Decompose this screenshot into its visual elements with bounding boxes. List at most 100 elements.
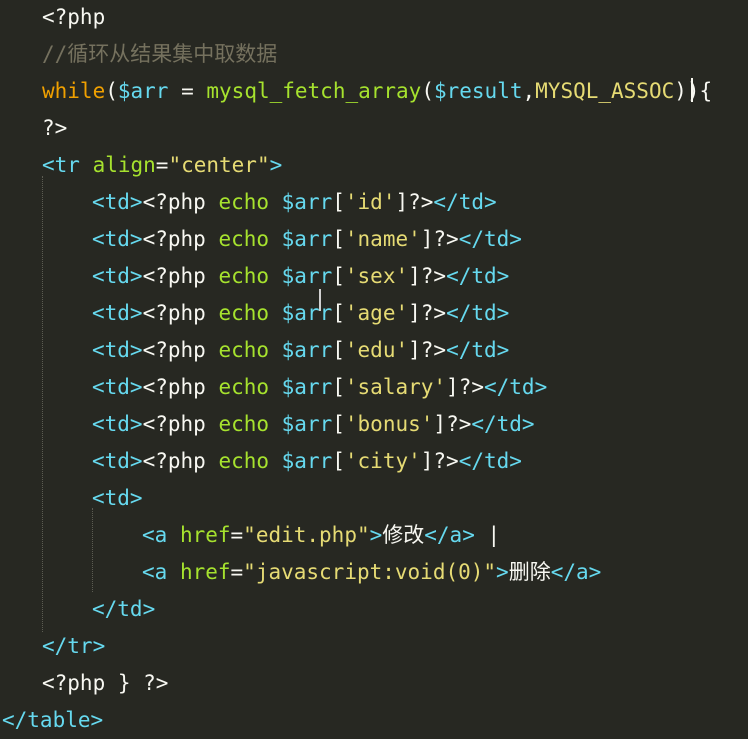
code-line[interactable]: <tr align="center"> bbox=[42, 147, 282, 184]
code-token-punct: ] bbox=[446, 375, 459, 399]
code-line[interactable]: <?php } ?> bbox=[42, 665, 168, 702]
code-token-tag: </a> bbox=[550, 560, 602, 584]
code-line[interactable]: <td><?php echo $arr['id']?></td> bbox=[92, 184, 497, 221]
code-token-php: ?> bbox=[433, 449, 459, 473]
code-token-punct: ] bbox=[395, 190, 409, 214]
code-token-tag: </td> bbox=[446, 301, 510, 325]
code-token-fn: echo bbox=[218, 375, 282, 399]
code-token-kw: while bbox=[42, 79, 106, 103]
code-token-tag: </a> bbox=[424, 523, 475, 547]
code-token-php: ?> bbox=[42, 116, 68, 140]
code-token-php: ?> bbox=[130, 671, 169, 695]
code-line[interactable]: <?php bbox=[42, 0, 105, 36]
code-token-php: <?php bbox=[142, 449, 219, 473]
code-token-tag: </table> bbox=[2, 708, 104, 732]
code-token-var: $arr bbox=[281, 264, 333, 288]
code-token-tag: </td> bbox=[458, 449, 522, 473]
code-token-php: <?php bbox=[142, 375, 219, 399]
code-token-tag: <a bbox=[142, 560, 180, 584]
code-token-punct: = bbox=[168, 79, 207, 103]
code-token-var: $arr bbox=[281, 449, 333, 473]
code-token-tag: <td> bbox=[92, 412, 143, 436]
indent-guide-line bbox=[92, 508, 93, 592]
code-token-tag: </td> bbox=[92, 597, 156, 621]
code-line[interactable]: </tr> bbox=[42, 628, 105, 665]
code-token-tag: <td> bbox=[92, 449, 143, 473]
code-token-var: $arr bbox=[281, 412, 333, 436]
code-token-attr: href bbox=[179, 560, 231, 584]
indent-guide-line bbox=[42, 176, 43, 632]
code-line[interactable]: <td> bbox=[92, 480, 143, 517]
code-token-tag: </td> bbox=[446, 338, 510, 362]
code-token-tag: <td> bbox=[92, 264, 143, 288]
code-token-php: <?php bbox=[42, 671, 118, 695]
mouse-ibeam-cursor bbox=[319, 289, 321, 311]
code-token-fn: echo bbox=[218, 449, 282, 473]
code-token-tag: </td> bbox=[446, 264, 510, 288]
code-line[interactable]: </table> bbox=[2, 702, 103, 739]
code-token-tag: <td> bbox=[92, 338, 143, 362]
code-editor[interactable]: <?php //循环从结果集中取数据 while($arr = mysql_fetc… bbox=[0, 0, 748, 732]
code-token-php: ?> bbox=[420, 301, 447, 325]
code-token-str: MYSQL_ASSOC bbox=[535, 79, 675, 103]
text-cursor bbox=[691, 78, 693, 102]
code-line[interactable]: <td><?php echo $arr['city']?></td> bbox=[92, 443, 522, 480]
code-token-punct: ( bbox=[421, 79, 434, 103]
code-token-tag: <td> bbox=[92, 301, 143, 325]
code-token-punct: [ bbox=[332, 301, 345, 325]
code-token-fn: echo bbox=[218, 412, 282, 436]
code-token-punct: [ bbox=[332, 449, 345, 473]
code-token-var: $arr bbox=[281, 375, 333, 399]
code-token-fn: echo bbox=[218, 190, 282, 214]
code-line[interactable]: <td><?php echo $arr['bonus']?></td> bbox=[92, 406, 535, 443]
code-token-var: $arr bbox=[281, 190, 333, 214]
code-token-punct: [ bbox=[332, 264, 345, 288]
code-token-punct: ] bbox=[408, 264, 421, 288]
code-line[interactable]: <td><?php echo $arr['name']?></td> bbox=[92, 221, 522, 258]
code-token-str: 'salary' bbox=[344, 375, 447, 399]
code-token-punct: ] bbox=[408, 338, 421, 362]
code-token-punct: ] bbox=[420, 227, 434, 251]
code-token-punct: )){ bbox=[674, 79, 713, 103]
code-token-php: <?php bbox=[42, 5, 106, 29]
code-token-str: 'id' bbox=[344, 190, 396, 214]
code-token-punct: [ bbox=[332, 190, 345, 214]
code-line[interactable]: ?> bbox=[42, 110, 67, 147]
code-token-str: 'age' bbox=[344, 301, 409, 325]
code-token-punct: , bbox=[522, 79, 536, 103]
code-token-var: $arr bbox=[281, 338, 333, 362]
code-token-var: $result bbox=[433, 79, 523, 103]
code-token-str: 'name' bbox=[344, 227, 421, 251]
code-line[interactable]: <td><?php echo $arr['salary']?></td> bbox=[92, 369, 547, 406]
code-token-tag: <td> bbox=[92, 486, 143, 510]
code-token-punct: = bbox=[230, 523, 244, 547]
code-token-str: "javascript:void(0)" bbox=[243, 560, 497, 584]
code-token-php: ?> bbox=[420, 264, 447, 288]
code-token-php: <?php bbox=[142, 227, 219, 251]
code-token-punct: ] bbox=[408, 301, 421, 325]
code-token-text: 删除 bbox=[508, 560, 551, 584]
code-token-punct: = bbox=[230, 560, 244, 584]
code-token-attr: align bbox=[92, 153, 156, 177]
code-line[interactable]: <td><?php echo $arr['age']?></td> bbox=[92, 295, 509, 332]
code-token-punct: ] bbox=[420, 449, 434, 473]
code-line[interactable]: <a href="edit.php">修改</a> | bbox=[142, 517, 500, 554]
code-token-str: 'city' bbox=[344, 449, 421, 473]
code-token-punct: ( bbox=[105, 79, 118, 103]
code-token-str: 'sex' bbox=[344, 264, 409, 288]
code-line[interactable]: </td> bbox=[92, 591, 155, 628]
code-token-tag: > bbox=[269, 153, 283, 177]
code-token-tag: <td> bbox=[92, 190, 143, 214]
code-line[interactable]: <a href="javascript:void(0)">删除</a> bbox=[142, 554, 601, 591]
code-line[interactable]: <td><?php echo $arr['sex']?></td> bbox=[92, 258, 509, 295]
code-token-tag: > bbox=[369, 523, 383, 547]
code-token-fn: echo bbox=[218, 227, 282, 251]
code-token-text: | bbox=[474, 523, 501, 547]
code-line[interactable]: while($arr = mysql_fetch_array($result,M… bbox=[42, 73, 712, 110]
code-token-var: $arr bbox=[281, 301, 333, 325]
code-token-fn: echo bbox=[218, 338, 282, 362]
code-line[interactable]: <td><?php echo $arr['edu']?></td> bbox=[92, 332, 509, 369]
code-token-punct: [ bbox=[332, 227, 345, 251]
code-token-fn: echo bbox=[218, 264, 282, 288]
code-line[interactable]: //循环从结果集中取数据 bbox=[42, 36, 277, 73]
